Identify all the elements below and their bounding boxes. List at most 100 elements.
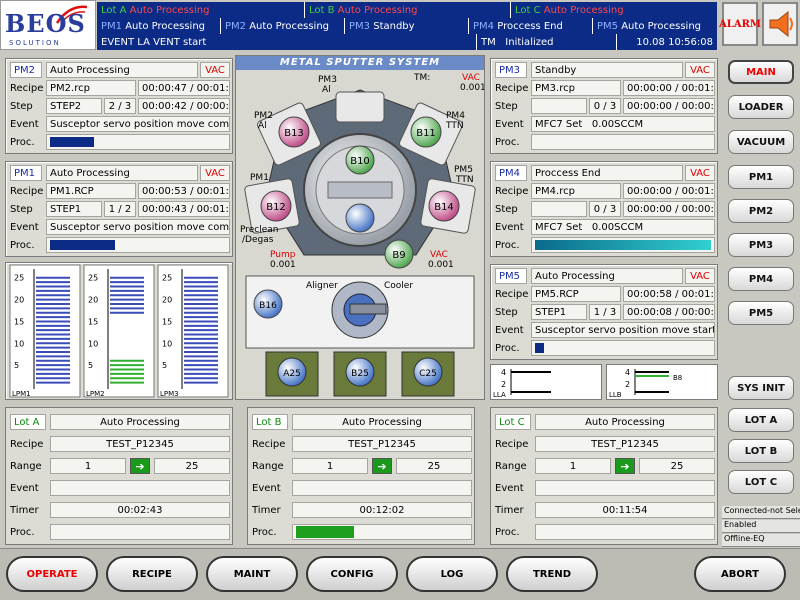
lpm-tick-label: 15 (162, 317, 172, 326)
pm1-step-count: 1 / 2 (104, 201, 136, 217)
pm5-header[interactable]: PM5 Auto Processing (593, 18, 717, 34)
svg-text:Al: Al (258, 121, 267, 131)
pm1-header[interactable]: PM1 Auto Processing (97, 18, 221, 34)
svg-text:B16: B16 (259, 301, 277, 311)
pm5-step-time: 00:00:08 / 00:00:10 (623, 304, 715, 320)
pm3-panel: PM3 Standby VAC Recipe PM3.rcp 00:00:00 … (490, 58, 718, 154)
pm4-recipe: PM4.rcp (531, 183, 621, 199)
pm2-progress (46, 134, 230, 150)
pm5-panel: PM5 Auto Processing VAC Recipe PM5.RCP 0… (490, 264, 718, 360)
pm1-name[interactable]: PM1 (10, 165, 42, 181)
svg-text:/Degas: /Degas (242, 235, 274, 245)
pm5-progress-fill (535, 343, 544, 353)
svg-text:B14: B14 (434, 202, 454, 213)
pm4-progress-fill (535, 240, 711, 250)
nav-pm5-button[interactable]: PM5 (728, 301, 794, 325)
lot-b-recipe: TEST_P12345 (292, 436, 472, 452)
pm3-progress (531, 134, 715, 150)
lot-b-button[interactable]: LOT B (728, 439, 794, 463)
nav-pm1-button[interactable]: PM1 (728, 165, 794, 189)
pm1-recipe-time: 00:00:53 / 00:01:10 (138, 183, 230, 199)
lot-b-status: Auto Processing (292, 414, 472, 430)
log-button[interactable]: LOG (406, 556, 498, 592)
pm2-recipe: PM2.rcp (46, 80, 136, 96)
svg-text:PM2: PM2 (254, 111, 273, 121)
event-bar: EVENT LA VENT start TM Initialized 10.08… (97, 34, 717, 50)
pm4-header[interactable]: PM4 Proccess End (469, 18, 593, 34)
pm3-module[interactable] (335, 91, 385, 123)
pm2-vac: VAC (200, 62, 230, 78)
pm2-name[interactable]: PM2 (10, 62, 42, 78)
alarm-button[interactable]: ALARM (719, 2, 761, 46)
lpm-name: LPM3 (160, 390, 179, 398)
lot-c-button[interactable]: LOT C (728, 470, 794, 494)
pm5-name[interactable]: PM5 (495, 268, 527, 284)
pm5-recipe: PM5.RCP (531, 286, 621, 302)
loadport-c[interactable]: C25 (401, 351, 455, 397)
lot-a-status: Auto Processing (50, 414, 230, 430)
svg-text:PM4: PM4 (446, 111, 465, 121)
pm1-progress-fill (50, 240, 116, 250)
sys-init-button[interactable]: SYS INIT (728, 376, 794, 400)
svg-text:Pump: Pump (270, 250, 296, 260)
pm2-header[interactable]: PM2 Auto Processing (221, 18, 345, 34)
pm4-name[interactable]: PM4 (495, 165, 527, 181)
lpm-tick-label: 25 (162, 274, 172, 283)
config-button[interactable]: CONFIG (306, 556, 398, 592)
pm3-header[interactable]: PM3 Standby (345, 18, 469, 34)
clock: 10.08 10:56:08 (636, 36, 713, 48)
operate-button[interactable]: OPERATE (6, 556, 98, 592)
nav-main-button[interactable]: MAIN (728, 60, 794, 84)
lot-c-name[interactable]: Lot C (495, 414, 531, 430)
pm4-recipe-time: 00:00:00 / 00:01:00 (623, 183, 715, 199)
maint-button[interactable]: MAINT (206, 556, 298, 592)
beos-logo: BEOS SOLUTION (0, 0, 96, 50)
svg-text:PM5: PM5 (454, 165, 473, 175)
pm1-step-time: 00:00:43 / 00:01:00 (138, 201, 230, 217)
llb-panel: B8 4 2 LLB (606, 364, 718, 400)
loadport-a[interactable]: A25 (265, 351, 319, 397)
lot-b-header[interactable]: Lot B Auto Processing (305, 2, 511, 18)
pm2-progress-fill (50, 137, 94, 147)
buzzer-button[interactable] (762, 2, 798, 46)
svg-text:VAC: VAC (462, 73, 480, 83)
pm2-status: Auto Processing (46, 62, 198, 78)
lpm-tick-label: 15 (88, 317, 98, 326)
nav-pm4-button[interactable]: PM4 (728, 267, 794, 291)
lot-a-range-from: 1 (50, 458, 126, 474)
loadport-b[interactable]: B25 (333, 351, 387, 397)
lot-c-arrow-icon: ➔ (615, 458, 635, 474)
svg-text:B8: B8 (673, 374, 682, 382)
lot-b-arrow-icon: ➔ (372, 458, 392, 474)
lot-a-header[interactable]: Lot A Auto Processing (97, 2, 305, 18)
lot-b-panel: Lot B Auto Processing Recipe TEST_P12345… (247, 407, 475, 545)
lot-c-header[interactable]: Lot C Auto Processing (511, 2, 717, 18)
lot-a-progress (50, 524, 230, 540)
event-display: EVENT LA VENT start (97, 34, 477, 50)
nav-pm2-button[interactable]: PM2 (728, 199, 794, 223)
lot-a-event (50, 480, 230, 496)
pm2-recipe-time: 00:00:47 / 00:01:00 (138, 80, 230, 96)
recipe-button[interactable]: RECIPE (106, 556, 198, 592)
abort-button[interactable]: ABORT (694, 556, 786, 592)
nav-pm3-button[interactable]: PM3 (728, 233, 794, 257)
lot-a-button[interactable]: LOT A (728, 408, 794, 432)
svg-text:Aligner: Aligner (306, 281, 338, 291)
enabled-status: Enabled (722, 520, 800, 533)
nav-vacuum-button[interactable]: VACUUM (728, 130, 794, 154)
pm3-event: MFC7 Set 0.00SCCM (531, 116, 715, 132)
lot-a-name[interactable]: Lot A (10, 414, 46, 430)
lot-b-name[interactable]: Lot B (252, 414, 288, 430)
svg-text:B11: B11 (416, 128, 436, 139)
svg-text:0.001: 0.001 (270, 260, 296, 270)
lpm-level-panel: 25 20 15 10 5 LPM1 25 20 15 10 5 LPM2 25 20 15 10 5 LPM3 (5, 262, 233, 400)
pm4-event: MFC7 Set 0.00SCCM (531, 219, 715, 235)
pm5-vac: VAC (685, 268, 715, 284)
pm4-vac: VAC (685, 165, 715, 181)
nav-loader-button[interactable]: LOADER (728, 95, 794, 119)
pm2-step-count: 2 / 3 (104, 98, 136, 114)
svg-text:4: 4 (501, 368, 506, 377)
trend-button[interactable]: TREND (506, 556, 598, 592)
lot-c-progress (535, 524, 715, 540)
pm3-name[interactable]: PM3 (495, 62, 527, 78)
